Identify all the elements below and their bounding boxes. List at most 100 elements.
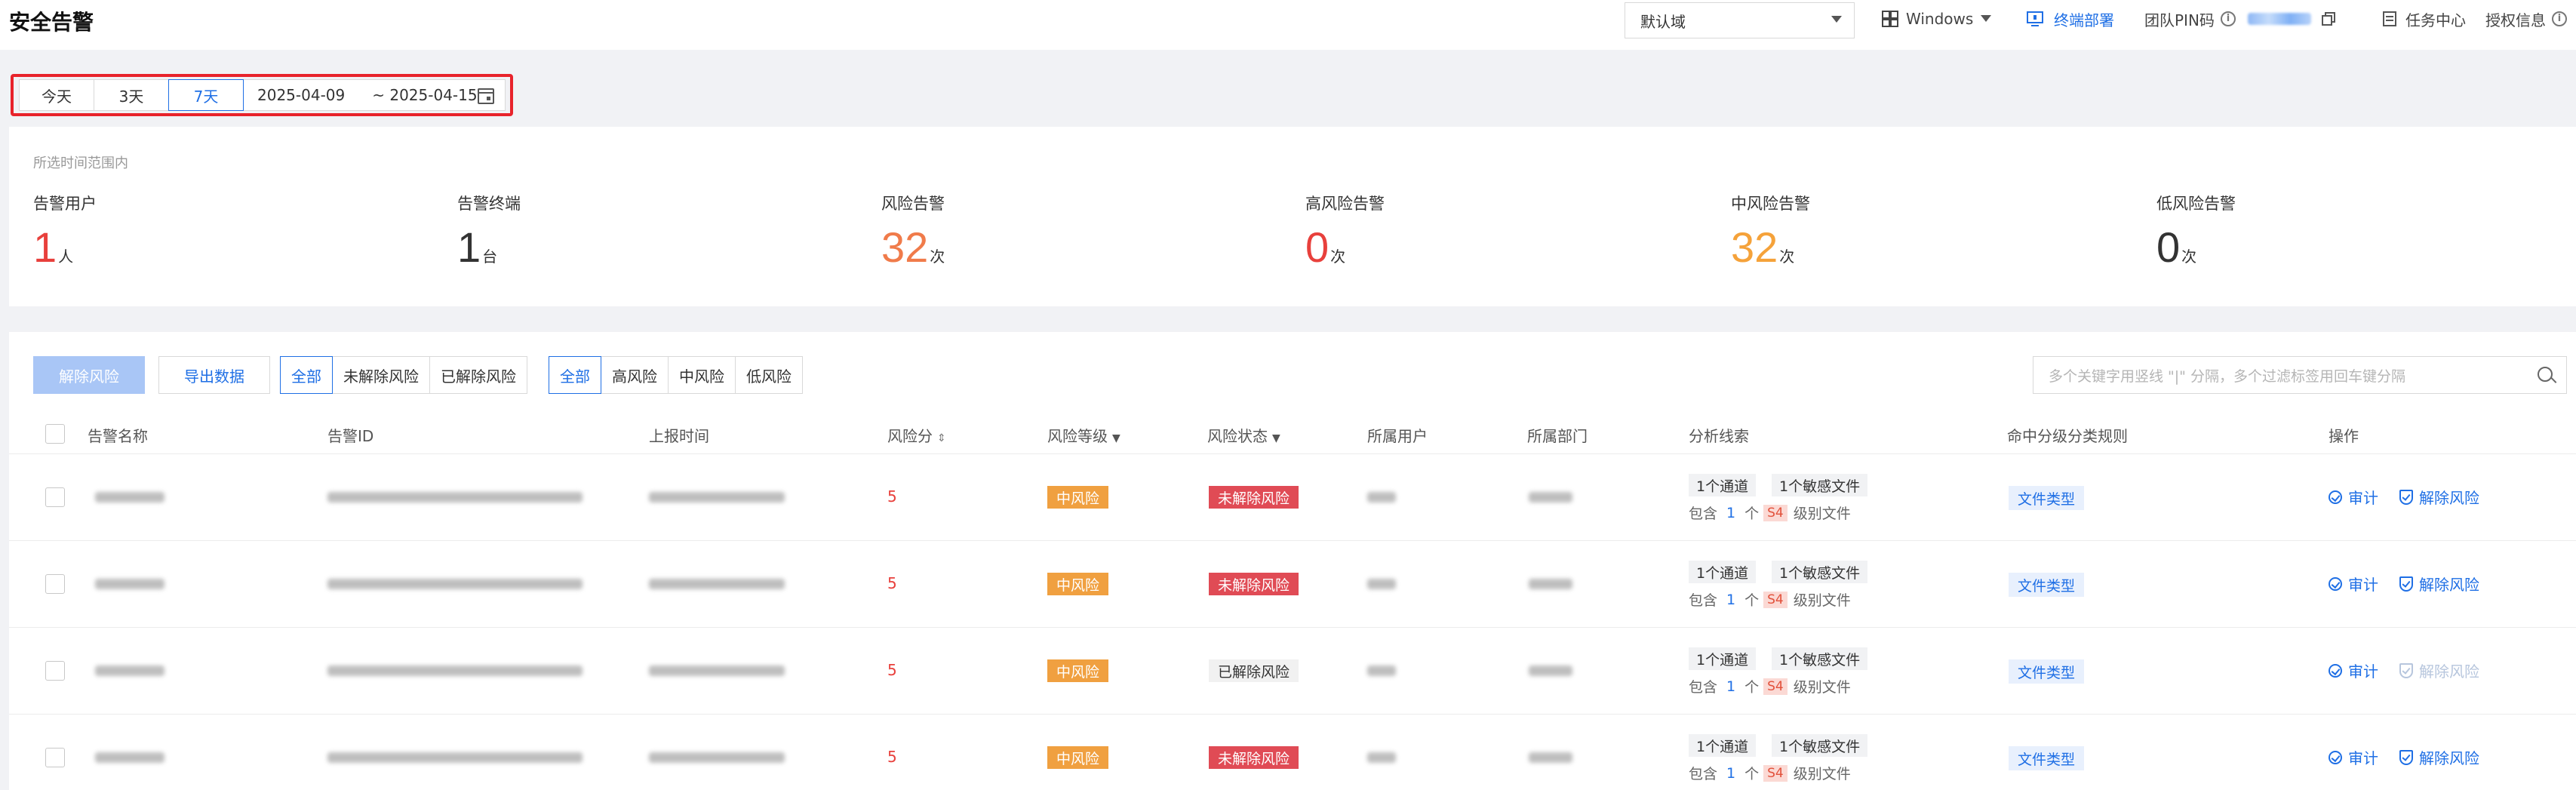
stat-unit: 次 — [2181, 247, 2197, 266]
copy-icon[interactable] — [2321, 12, 2335, 26]
col-risk-status[interactable]: 风险状态 ▼ — [1207, 424, 1280, 446]
page-title: 安全告警 — [9, 10, 94, 35]
filter-icon[interactable]: ▼ — [1112, 432, 1120, 444]
stat-number: 1 — [457, 223, 481, 271]
grade-badge: S4 — [1763, 764, 1788, 782]
stat-card: 低风险告警 0 次 — [2156, 192, 2236, 270]
level-filter-all[interactable]: 全部 — [549, 356, 601, 394]
filter-icon[interactable]: ▼ — [1272, 432, 1280, 444]
audit-action[interactable]: 审计 — [2329, 486, 2378, 508]
resolve-label: 解除风险 — [2419, 662, 2479, 681]
stat-value: 1人 — [33, 225, 97, 270]
stat-number: 0 — [1305, 223, 1329, 271]
risk-score: 5 — [887, 487, 897, 506]
stats-caption: 所选时间范围内 — [33, 155, 128, 171]
resolve-action[interactable]: 解除风险 — [2399, 486, 2479, 508]
audit-action[interactable]: 审计 — [2329, 573, 2378, 595]
resolve-action[interactable]: 解除风险 — [2399, 659, 2479, 681]
date-end[interactable]: ~ 2025-04-15 — [372, 86, 477, 104]
level-filter-low[interactable]: 低风险 — [735, 356, 803, 394]
col-risk-level[interactable]: 风险等级 ▼ — [1047, 424, 1120, 446]
search-input[interactable]: 多个关键字用竖线 "|" 分隔，多个过滤标签用回车键分隔 — [2033, 356, 2567, 394]
file-count[interactable]: 1 — [1726, 765, 1735, 782]
info-icon[interactable]: i — [2220, 11, 2236, 26]
resolve-risk-button[interactable]: 解除风险 — [33, 356, 145, 394]
level-filter: 全部 高风险 中风险 低风险 — [549, 356, 803, 394]
level-filter-medium[interactable]: 中风险 — [668, 356, 736, 394]
file-count[interactable]: 1 — [1726, 592, 1735, 608]
task-center-link[interactable]: 任务中心 — [2383, 8, 2466, 30]
stat-unit: 次 — [930, 247, 945, 266]
row-checkbox[interactable] — [45, 487, 65, 507]
stat-number: 1 — [33, 223, 57, 271]
row-checkbox[interactable] — [45, 748, 65, 767]
rule-tag[interactable]: 文件类型 — [2009, 573, 2085, 597]
alert-id-redacted — [327, 666, 583, 676]
file-count[interactable]: 1 — [1726, 505, 1735, 521]
table-row[interactable]: 5 中风险 已解除风险 1个通道 1个敏感文件 包含 1 个 S4 级别文件 文件类型 审计 解除风险 — [9, 627, 2576, 714]
date-range-picker[interactable]: 2025-04-09 ~ 2025-04-15 — [243, 79, 506, 111]
stat-number: 32 — [1731, 223, 1778, 271]
date-start[interactable]: 2025-04-09 — [257, 86, 345, 104]
date-option-today[interactable]: 今天 — [19, 79, 94, 111]
stat-label: 告警用户 — [33, 195, 97, 213]
os-selector[interactable]: Windows — [1882, 8, 1992, 30]
deploy-link[interactable]: 终端部署 — [2027, 8, 2114, 30]
col-user: 所属用户 — [1367, 427, 1428, 445]
select-all-checkbox[interactable] — [45, 424, 65, 444]
col-analysis-clues: 分析线索 — [1689, 427, 1749, 445]
rule-tag[interactable]: 文件类型 — [2009, 659, 2085, 684]
stats-panel: 所选时间范围内 告警用户 1 人告警终端 1 台风险告警 32 次高风险告警 0 次中风险告警 3… — [9, 127, 2576, 306]
user-redacted — [1367, 579, 1396, 589]
risk-status-tag: 未解除风险 — [1209, 746, 1299, 769]
row-checkbox[interactable] — [45, 574, 65, 594]
sensitive-file-chip: 1个敏感文件 — [1772, 734, 1868, 757]
department-redacted — [1529, 666, 1572, 676]
file-count[interactable]: 1 — [1726, 678, 1735, 695]
row-checkbox[interactable] — [45, 661, 65, 681]
table-row[interactable]: 5 中风险 未解除风险 1个通道 1个敏感文件 包含 1 个 S4 级别文件 文件类型 审计 解除风险 — [9, 540, 2576, 627]
info-icon[interactable]: i — [2552, 11, 2567, 26]
rule-tag[interactable]: 文件类型 — [2009, 486, 2085, 510]
date-option-3days[interactable]: 3天 — [94, 79, 169, 111]
audit-icon — [2329, 576, 2342, 591]
export-data-button[interactable]: 导出数据 — [158, 356, 270, 394]
status-filter-all[interactable]: 全部 — [280, 356, 333, 394]
level-filter-high[interactable]: 高风险 — [601, 356, 669, 394]
table-row[interactable]: 5 中风险 未解除风险 1个通道 1个敏感文件 包含 1 个 S4 级别文件 文件类型 审计 解除风险 — [9, 453, 2576, 540]
status-filter-unresolved[interactable]: 未解除风险 — [332, 356, 430, 394]
status-filter-resolved[interactable]: 已解除风险 — [429, 356, 527, 394]
audit-action[interactable]: 审计 — [2329, 746, 2378, 768]
grade-suffix: 级别文件 — [1793, 679, 1851, 696]
department-redacted — [1529, 752, 1572, 763]
col-department: 所属部门 — [1527, 427, 1588, 445]
calendar-icon[interactable] — [478, 88, 494, 104]
alert-id-redacted — [327, 752, 583, 763]
date-option-7days[interactable]: 7天 — [168, 79, 244, 111]
sort-icon[interactable]: ⇕ — [937, 432, 946, 444]
license-info-link[interactable]: 授权信息 i — [2485, 8, 2567, 30]
risk-score: 5 — [887, 661, 897, 679]
stat-label: 低风险告警 — [2156, 195, 2236, 213]
sensitive-file-chip: 1个敏感文件 — [1772, 474, 1868, 496]
grade-badge: S4 — [1763, 591, 1788, 608]
search-icon[interactable] — [2538, 367, 2553, 382]
audit-action[interactable]: 审计 — [2329, 659, 2378, 681]
resolve-action[interactable]: 解除风险 — [2399, 746, 2479, 768]
resolve-action[interactable]: 解除风险 — [2399, 573, 2479, 595]
domain-select[interactable]: 默认域 — [1625, 2, 1855, 38]
table-row[interactable]: 5 中风险 未解除风险 1个通道 1个敏感文件 包含 1 个 S4 级别文件 文件类型 审计 解除风险 — [9, 714, 2576, 790]
col-actions: 操作 — [2329, 427, 2359, 445]
stat-unit: 台 — [482, 247, 498, 266]
stat-label: 高风险告警 — [1305, 195, 1385, 213]
license-info-label: 授权信息 — [2485, 11, 2546, 29]
col-risk-score[interactable]: 风险分 ⇕ — [887, 424, 946, 446]
channel-chip: 1个通道 — [1689, 474, 1757, 496]
grade-suffix: 级别文件 — [1793, 766, 1851, 782]
task-list-icon — [2383, 11, 2396, 26]
stat-value: 32 次 — [881, 225, 945, 270]
contain-label: 包含 — [1689, 592, 1718, 609]
rule-tag[interactable]: 文件类型 — [2009, 746, 2085, 770]
shield-icon — [2399, 662, 2413, 678]
department-redacted — [1529, 492, 1572, 503]
